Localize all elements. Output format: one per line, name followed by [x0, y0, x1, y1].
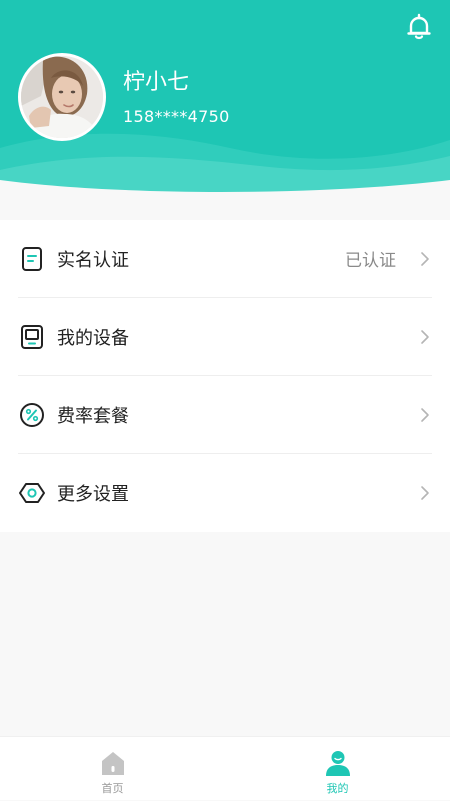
menu-item-label: 费率套餐: [57, 405, 129, 427]
settings-menu: 实名认证 已认证 我的设备 费率套餐 更多设置: [0, 220, 450, 532]
id-document-icon: [19, 246, 45, 272]
menu-item-my-devices[interactable]: 我的设备: [18, 298, 432, 376]
bell-icon[interactable]: [404, 12, 434, 42]
menu-item-more-settings[interactable]: 更多设置: [18, 454, 432, 532]
chevron-right-icon: [418, 327, 432, 347]
menu-item-label: 实名认证: [57, 249, 129, 271]
profile-header: 柠小七 158****4750: [0, 0, 450, 200]
menu-item-rate-plans[interactable]: 费率套餐: [18, 376, 432, 454]
tab-label: 首页: [101, 782, 124, 795]
device-icon: [19, 324, 45, 350]
menu-item-label: 我的设备: [57, 327, 129, 349]
verification-status: 已认证: [345, 251, 396, 271]
user-name: 柠小七: [123, 70, 190, 95]
hexagon-settings-icon: [19, 480, 45, 506]
home-icon: [99, 749, 127, 777]
bottom-tab-bar: 首页 我的: [0, 736, 450, 800]
chevron-right-icon: [418, 483, 432, 503]
avatar[interactable]: [18, 53, 106, 141]
tab-home[interactable]: 首页: [0, 737, 225, 801]
menu-item-real-name-verification[interactable]: 实名认证 已认证: [18, 220, 432, 298]
percent-icon: [19, 402, 45, 428]
tab-label: 我的: [326, 782, 349, 795]
tab-mine[interactable]: 我的: [225, 737, 450, 801]
user-icon: [324, 749, 352, 777]
chevron-right-icon: [418, 405, 432, 425]
avatar-photo: [21, 56, 103, 138]
chevron-right-icon: [418, 249, 432, 269]
menu-item-label: 更多设置: [57, 484, 129, 505]
user-phone: 158****4750: [123, 107, 230, 126]
